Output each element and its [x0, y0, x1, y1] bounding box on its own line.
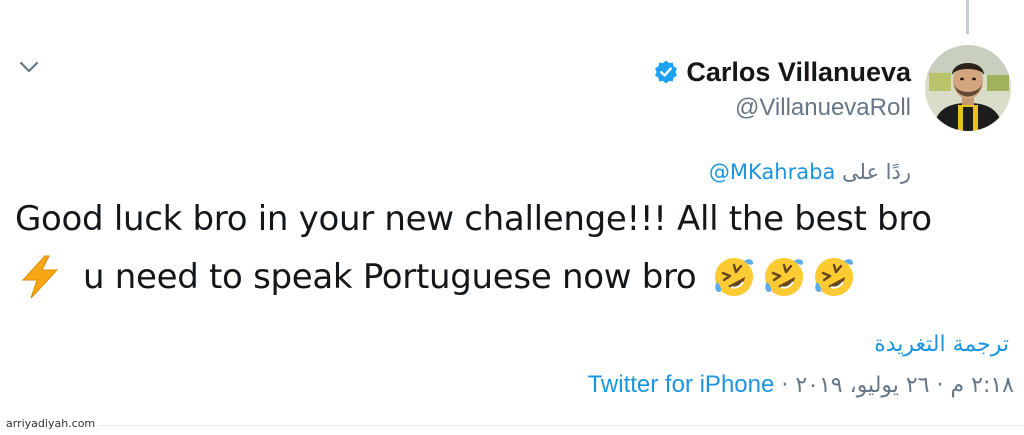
rolling-on-floor-laughing-emoji	[712, 255, 756, 299]
divider	[0, 425, 1024, 426]
reply-prefix: ردًا على	[842, 160, 911, 184]
tweet-text-line: u need to speak Portuguese now bro	[15, 248, 1015, 306]
rolling-on-floor-laughing-emoji	[812, 255, 856, 299]
tweet-text-line: Good luck bro in your new challenge!!! A…	[15, 190, 1015, 248]
translate-tweet-link[interactable]: ترجمة التغريدة	[874, 330, 1009, 360]
rolling-on-floor-laughing-emoji	[762, 255, 806, 299]
tweet-text-line2: u need to speak Portuguese now bro	[83, 257, 697, 297]
author-handle[interactable]: @VillanuevaRoll	[653, 93, 911, 123]
tweet-text-line1: Good luck bro in your new challenge!!! A…	[15, 199, 932, 239]
verified-badge-icon	[653, 59, 679, 85]
tweet-author: Carlos Villanueva @VillanuevaRoll	[653, 56, 911, 123]
tweet-metadata: Twitter for iPhone ٢:١٨ م · ٢٦ يوليو، ٢٠…	[588, 370, 1014, 401]
tweet-source-link[interactable]: Twitter for iPhone	[588, 371, 775, 398]
thread-connector-line	[966, 0, 969, 34]
tweet-text: Good luck bro in your new challenge!!! A…	[15, 190, 1015, 306]
site-watermark: arriyadiyah.com	[3, 417, 99, 430]
reply-to-handle-link[interactable]: @MKahraba	[709, 160, 835, 184]
high-voltage-emoji	[15, 254, 65, 300]
author-name-row[interactable]: Carlos Villanueva	[653, 56, 911, 88]
chevron-down-icon[interactable]	[18, 58, 40, 76]
emoji-group	[712, 255, 856, 299]
avatar[interactable]	[925, 45, 1011, 131]
author-display-name[interactable]: Carlos Villanueva	[686, 56, 911, 88]
replying-to: ردًا على @MKahraba	[709, 158, 911, 186]
tweet-timestamp[interactable]: ٢:١٨ م · ٢٦ يوليو، ٢٠١٩ ·	[781, 373, 1014, 398]
